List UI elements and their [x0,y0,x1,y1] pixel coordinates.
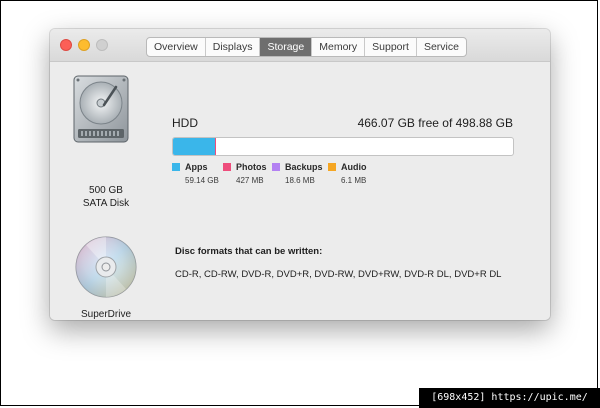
legend-size: 18.6 MB [285,176,315,185]
legend-label: Audio [341,162,367,172]
usage-segment-photos [214,138,216,155]
minimize-button[interactable] [78,39,90,51]
tab-support[interactable]: Support [365,38,417,56]
hard-disk-icon [73,75,129,143]
disk-caption: 500 GB SATA Disk [60,184,152,210]
usage-segment-apps [173,138,215,155]
legend-size: 6.1 MB [341,176,367,185]
legend-label: Apps [185,162,208,172]
legend-photos: Photos 427 MB [223,162,267,185]
about-this-mac-window: Overview Displays Storage Memory Support… [50,29,550,320]
tab-displays[interactable]: Displays [206,38,261,56]
legend-size: 59.14 GB [185,176,219,185]
superdrive-caption: SuperDrive [80,309,132,320]
disc-formats-title: Disc formats that can be written: [175,246,323,257]
disc-formats-list: CD-R, CD-RW, DVD-R, DVD+R, DVD-RW, DVD+R… [175,269,502,280]
storage-usage-bar [172,137,514,156]
disk-free-space: 466.07 GB free of 498.88 GB [357,116,513,130]
optical-disc-icon [75,236,137,298]
audio-swatch [328,163,336,171]
storage-pane: 500 GB SATA Disk SuperDrive HDD 466.07 G… [50,62,550,320]
disk-name: HDD [172,116,198,130]
apps-swatch [172,163,180,171]
legend-apps: Apps 59.14 GB [172,162,219,185]
title-bar: Overview Displays Storage Memory Support… [50,29,550,62]
legend-label: Backups [285,162,323,172]
legend-label: Photos [236,162,267,172]
tab-bar: Overview Displays Storage Memory Support… [146,37,467,57]
tab-service[interactable]: Service [417,38,466,56]
tab-storage[interactable]: Storage [260,38,313,56]
legend-backups: Backups 18.6 MB [272,162,323,185]
backups-swatch [272,163,280,171]
close-button[interactable] [60,39,72,51]
tab-memory[interactable]: Memory [312,38,366,56]
disk-type: SATA Disk [82,198,130,209]
legend-audio: Audio 6.1 MB [328,162,367,185]
disk-capacity: 500 GB [89,185,123,196]
photos-swatch [223,163,231,171]
watermark: [698x452] https://upic.me/ [419,388,600,408]
tab-overview[interactable]: Overview [147,38,206,56]
zoom-button[interactable] [96,39,108,51]
legend-size: 427 MB [236,176,264,185]
